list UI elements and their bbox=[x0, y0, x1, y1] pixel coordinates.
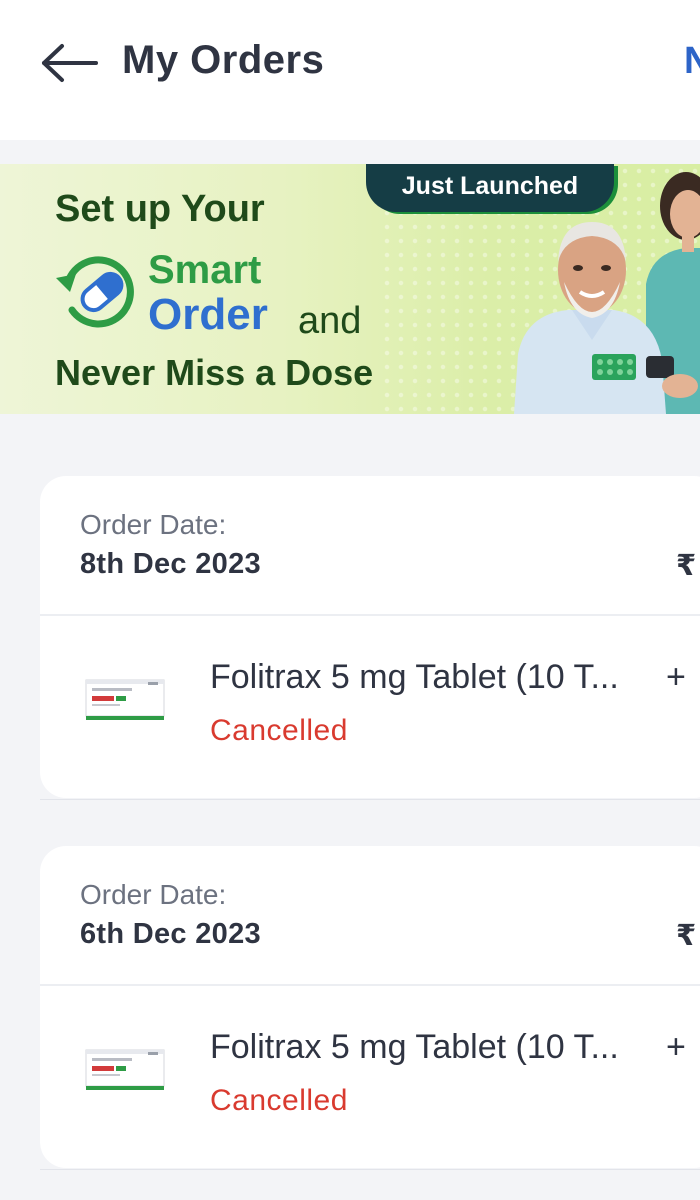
header-action-button[interactable]: N bbox=[684, 40, 700, 83]
arrow-left-icon bbox=[42, 44, 98, 82]
order-card[interactable]: Order Date: 6th Dec 2023 ₹ Folitrax 5 mg… bbox=[40, 846, 700, 1168]
card-divider bbox=[40, 614, 700, 616]
card-separator bbox=[40, 799, 700, 800]
more-items-indicator: + bbox=[666, 658, 686, 696]
product-name: Folitrax 5 mg Tablet (10 T... bbox=[210, 658, 619, 696]
order-price: ₹ bbox=[676, 550, 697, 582]
smart-order-banner[interactable]: Just Launched Set up Your Smart Order an… bbox=[0, 164, 700, 414]
back-button[interactable] bbox=[36, 38, 102, 88]
banner-smart-text: Smart bbox=[148, 248, 262, 292]
banner-headline: Set up Your bbox=[55, 188, 265, 230]
banner-tagline: Never Miss a Dose bbox=[55, 352, 374, 393]
product-name: Folitrax 5 mg Tablet (10 T... bbox=[210, 1028, 619, 1066]
product-thumbnail bbox=[85, 1049, 165, 1090]
order-price: ₹ bbox=[676, 920, 697, 952]
order-card[interactable]: Order Date: 8th Dec 2023 ₹ Folitrax 5 mg… bbox=[40, 476, 700, 798]
banner-and-text: and bbox=[298, 300, 362, 342]
card-divider bbox=[40, 984, 700, 986]
banner-people-image bbox=[514, 172, 700, 414]
order-date: 8th Dec 2023 bbox=[80, 548, 261, 580]
order-date: 6th Dec 2023 bbox=[80, 918, 261, 950]
refill-capsule-icon bbox=[56, 256, 134, 328]
product-thumbnail bbox=[85, 679, 165, 720]
order-status: Cancelled bbox=[210, 714, 348, 747]
banner-order-text: Order bbox=[148, 290, 268, 339]
more-items-indicator: + bbox=[666, 1028, 686, 1066]
order-date-label: Order Date: bbox=[80, 879, 227, 910]
app-header: My Orders N bbox=[0, 0, 700, 140]
order-status: Cancelled bbox=[210, 1084, 348, 1117]
page-title: My Orders bbox=[122, 38, 325, 82]
card-separator bbox=[40, 1169, 700, 1170]
order-date-label: Order Date: bbox=[80, 509, 227, 540]
